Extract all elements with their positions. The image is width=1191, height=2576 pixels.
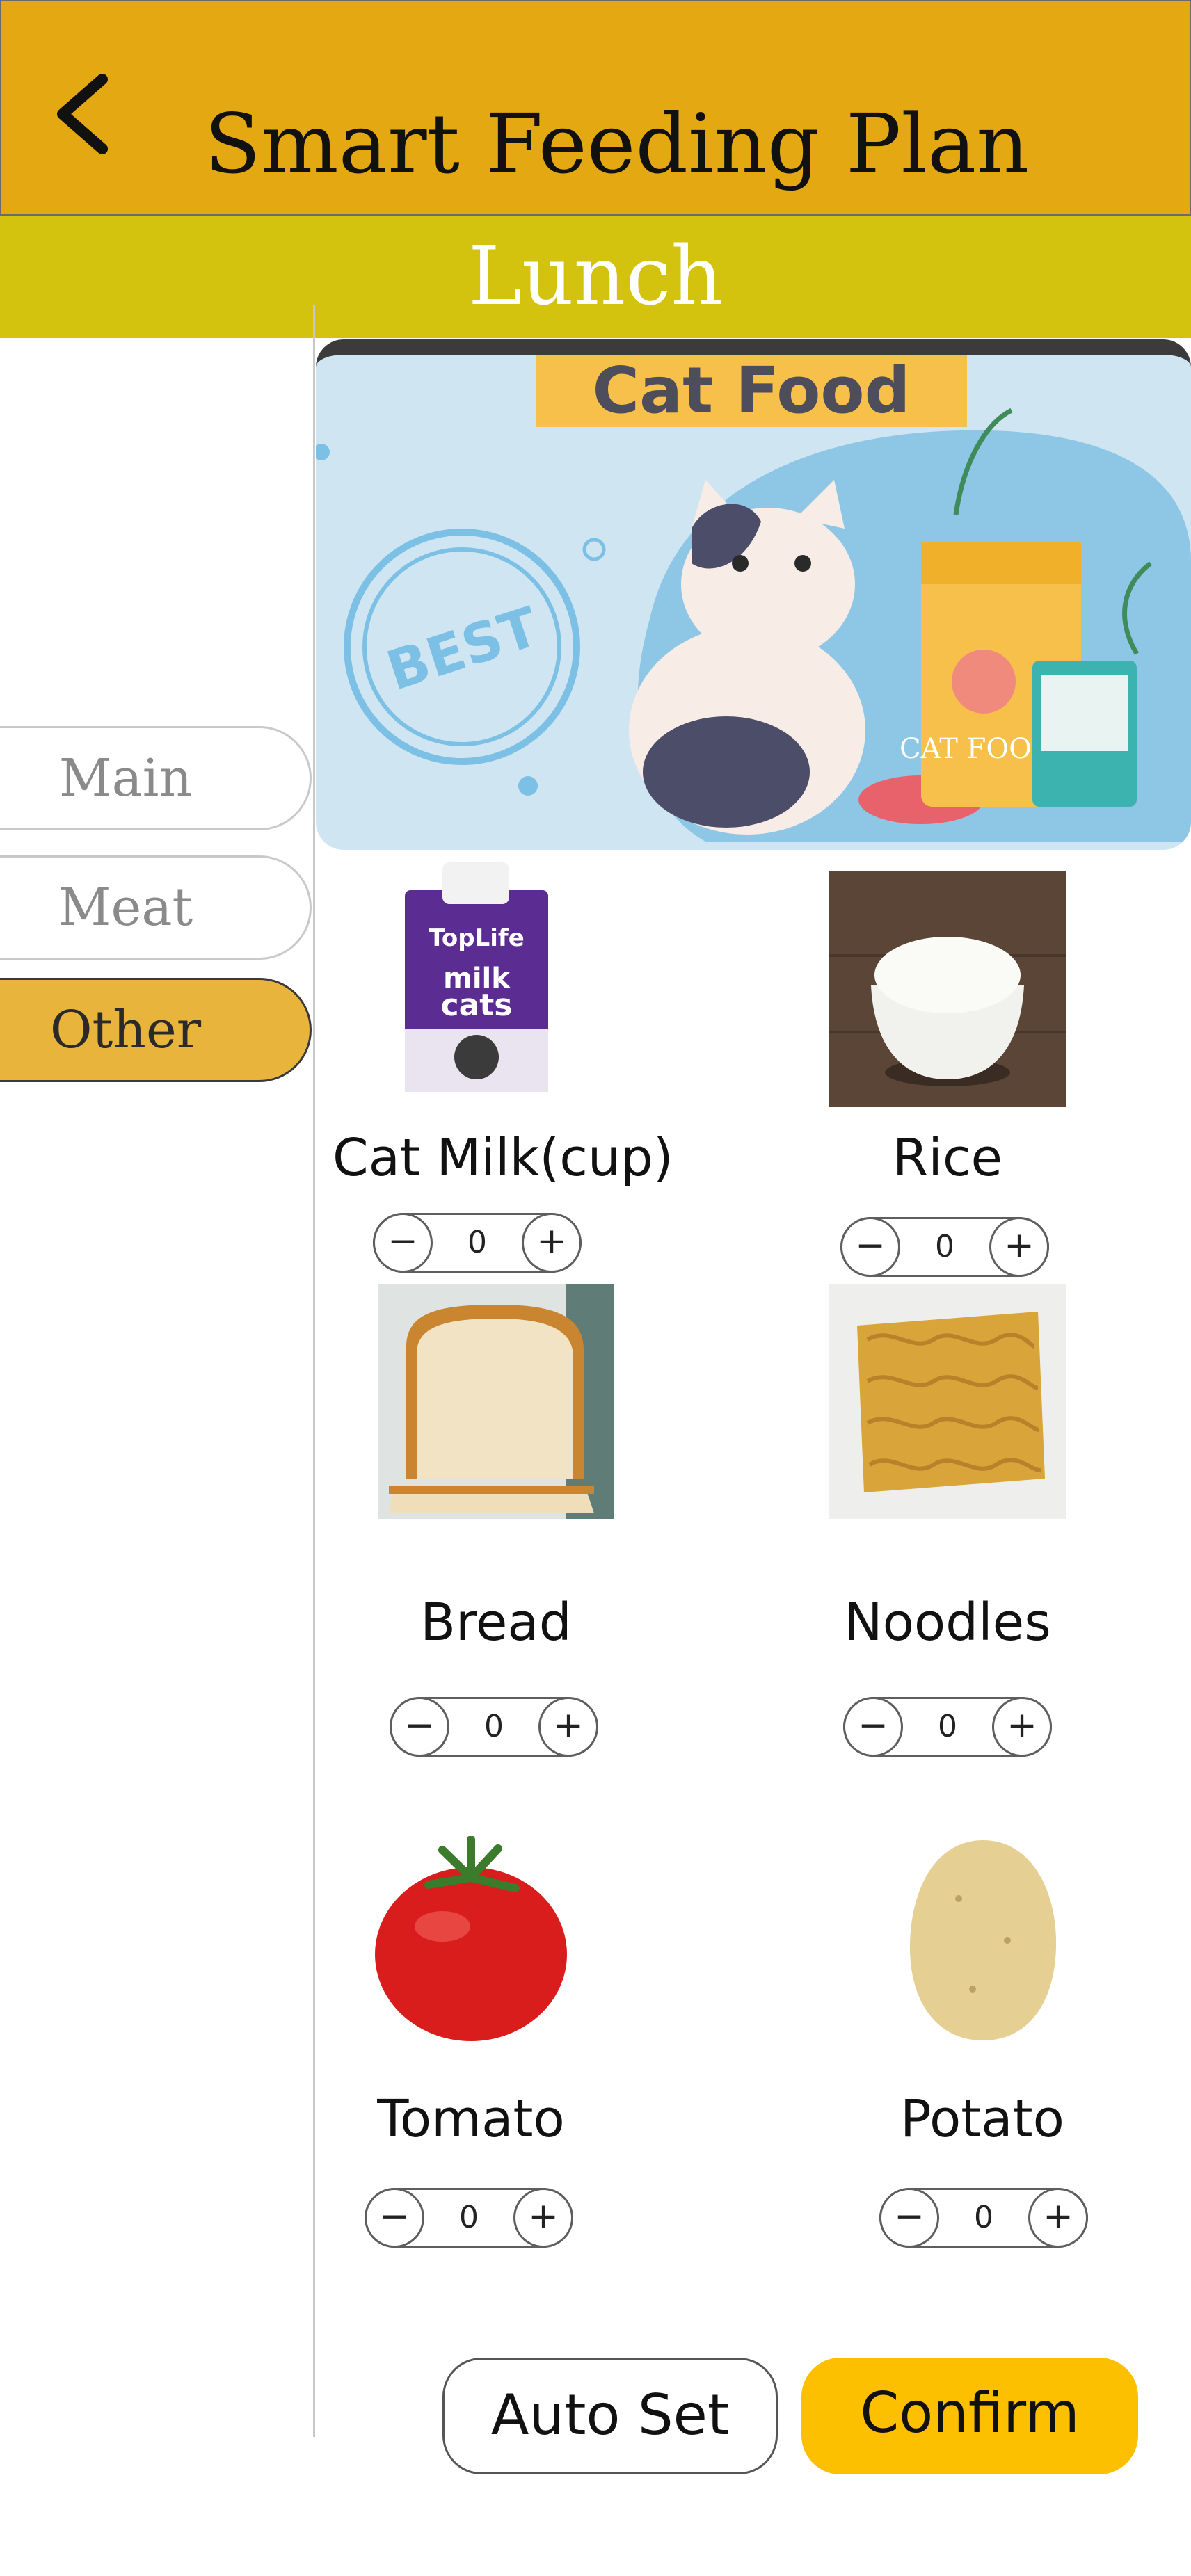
increase-button[interactable]: + <box>992 1697 1052 1757</box>
quantity-value: 0 <box>974 2200 993 2235</box>
food-name: Bread <box>420 1593 572 1652</box>
banner-label: Cat Food <box>536 355 967 427</box>
increase-button[interactable]: + <box>513 2188 573 2248</box>
decrease-button[interactable]: − <box>879 2188 939 2248</box>
quantity-stepper: − 0 + <box>373 1213 582 1273</box>
quantity-stepper: − 0 + <box>840 1217 1049 1277</box>
app-header: Smart Feeding Plan <box>0 0 1191 216</box>
quantity-value: 0 <box>467 1225 487 1260</box>
bag-text: CAT FOOD <box>900 733 1054 765</box>
decrease-button[interactable]: − <box>373 1213 433 1273</box>
quantity-stepper: − 0 + <box>390 1697 598 1757</box>
category-tab-main[interactable]: Main <box>0 726 312 830</box>
cat-milk-image: TopLife milk cats <box>405 862 548 1092</box>
quantity-value: 0 <box>935 1229 954 1264</box>
meal-title: Lunch <box>467 230 724 323</box>
food-name: Rice <box>892 1128 1003 1188</box>
confirm-button[interactable]: Confirm <box>801 2358 1138 2474</box>
noodles-image <box>829 1284 1066 1519</box>
rice-image <box>829 871 1066 1107</box>
category-tab-other[interactable]: Other <box>0 978 312 1082</box>
food-name: Noodles <box>844 1593 1051 1652</box>
decrease-button[interactable]: − <box>840 1217 900 1277</box>
cat-food-illustration: BEST CAT FOOD <box>316 408 1191 842</box>
potato-image <box>910 1840 1057 2040</box>
quantity-stepper: − 0 + <box>879 2188 1088 2248</box>
quantity-value: 0 <box>484 1709 504 1744</box>
pack-brand: TopLife <box>429 924 525 952</box>
quantity-stepper: − 0 + <box>843 1697 1052 1757</box>
increase-button[interactable]: + <box>522 1213 582 1273</box>
meal-bar: Lunch <box>0 216 1191 338</box>
decrease-button[interactable]: − <box>365 2188 424 2248</box>
food-name: Cat Milk(cup) <box>333 1128 673 1188</box>
pack-line2: cats <box>441 988 513 1023</box>
increase-button[interactable]: + <box>1028 2188 1088 2248</box>
quantity-stepper: − 0 + <box>365 2188 573 2248</box>
food-name: Tomato <box>377 2089 565 2149</box>
decrease-button[interactable]: − <box>390 1697 449 1757</box>
quantity-value: 0 <box>938 1709 957 1744</box>
auto-set-button[interactable]: Auto Set <box>442 2358 778 2474</box>
decrease-button[interactable]: − <box>843 1697 903 1757</box>
tomato-image <box>375 1836 567 2041</box>
back-arrow-icon[interactable] <box>43 71 127 154</box>
category-tab-meat[interactable]: Meat <box>0 855 312 960</box>
cat-food-banner: BEST CAT FOOD Cat Food <box>316 339 1191 850</box>
food-name: Potato <box>900 2089 1064 2149</box>
sidebar-divider <box>313 305 315 2437</box>
increase-button[interactable]: + <box>989 1217 1049 1277</box>
quantity-value: 0 <box>459 2200 479 2235</box>
stamp-text: BEST <box>380 596 546 703</box>
page-title: Smart Feeding Plan <box>205 96 1030 192</box>
increase-button[interactable]: + <box>538 1697 598 1757</box>
bread-image <box>378 1284 614 1519</box>
